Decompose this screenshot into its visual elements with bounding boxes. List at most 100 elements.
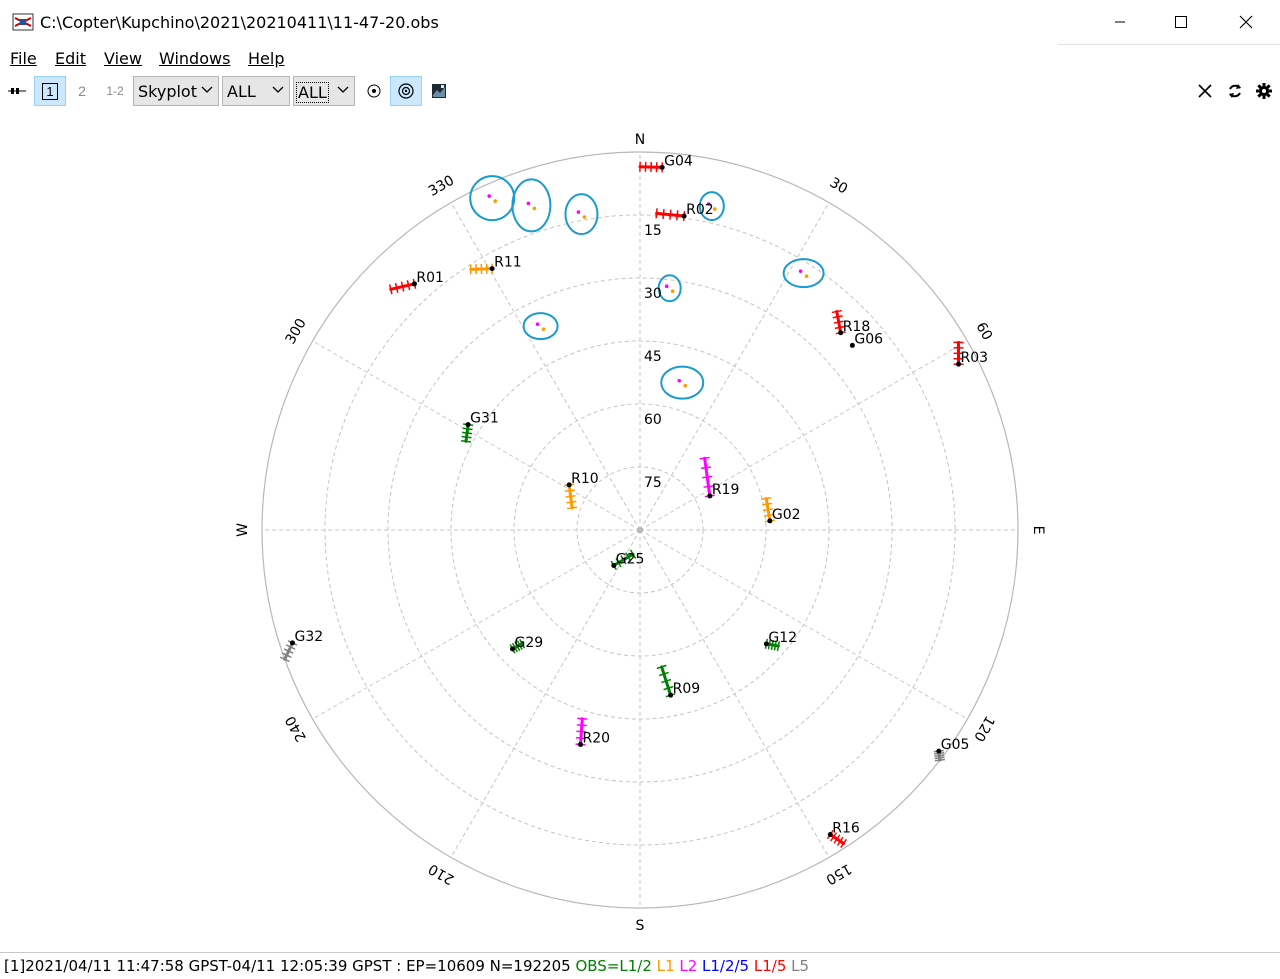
marker-point [536, 322, 540, 326]
menu-windows-label: Windows [159, 49, 230, 68]
track-tick [463, 428, 473, 429]
sat-label-g25: G25 [616, 551, 645, 567]
fit-button[interactable] [390, 76, 422, 106]
azimuth-spoke-330 [451, 203, 640, 530]
track-tick [656, 208, 657, 218]
azimuth-spoke-60 [640, 341, 967, 530]
pause-button[interactable] [4, 76, 30, 106]
minimize-button[interactable] [1088, 0, 1152, 44]
maximize-button[interactable] [1149, 0, 1213, 44]
azimuth-spoke-300 [313, 341, 640, 530]
track-tick [935, 760, 945, 761]
sat-label-g04: G04 [664, 153, 693, 169]
sat-label-g02: G02 [772, 507, 801, 523]
compass-east: E [1030, 526, 1046, 535]
marker-point [665, 284, 669, 288]
skyplot[interactable]: NSEW15304560753060120150210240300330G04R… [0, 110, 1280, 952]
menu-help[interactable]: Help [248, 49, 284, 68]
sat-label-r03: R03 [961, 350, 989, 366]
obs-select[interactable]: ALL [293, 76, 355, 106]
marker-point [805, 274, 809, 278]
menu-windows[interactable]: Windows [159, 49, 230, 68]
sat-label-r09: R09 [673, 681, 701, 697]
plot-type-select[interactable]: Skyplot [133, 76, 219, 106]
azimuth-label-300: 300 [283, 316, 310, 347]
target-icon [366, 83, 382, 99]
marker-point [799, 269, 803, 273]
track-tick [761, 498, 771, 500]
zenith-dot [637, 527, 643, 533]
plot-type-value: Skyplot [138, 82, 197, 101]
sat-label-r02: R02 [686, 202, 714, 218]
compass-north: N [635, 132, 645, 148]
image-icon [431, 83, 447, 99]
compass-south: S [636, 918, 645, 934]
toolbar: 1 2 1-2 Skyplot ALL ALL [0, 74, 1280, 108]
legend-item: L2 [675, 957, 698, 975]
azimuth-label-120: 120 [970, 713, 997, 744]
center-origin-button[interactable] [361, 76, 387, 106]
azimuth-spoke-30 [640, 203, 829, 530]
crosshair-icon [397, 82, 415, 100]
sat-label-g31: G31 [470, 411, 499, 427]
menu-help-label: Help [248, 49, 284, 68]
track-tick [700, 458, 710, 459]
maximize-icon [1174, 15, 1188, 29]
annotation-ellipse-8 [661, 367, 703, 399]
azimuth-spoke-210 [451, 530, 640, 857]
sat-label-g05: G05 [941, 737, 970, 753]
menu-edit[interactable]: Edit [55, 49, 86, 68]
azimuth-spoke-150 [640, 530, 829, 857]
sat-label-r10: R10 [571, 471, 599, 487]
sat-label-r01: R01 [416, 270, 444, 286]
menu-view[interactable]: View [104, 49, 142, 68]
status-epoch: [1]2021/04/11 11:47:58 GPST-04/11 12:05:… [4, 957, 575, 975]
marker-point [487, 194, 491, 198]
legend-item: L1/5 [749, 957, 786, 975]
rcv2-button[interactable]: 2 [68, 76, 96, 106]
azimuth-label-30: 30 [827, 175, 850, 198]
track-tick [566, 502, 576, 503]
annotation-ellipse-3 [512, 179, 550, 231]
compass-west: W [235, 523, 251, 537]
settings-button[interactable] [1251, 76, 1277, 106]
menu-file[interactable]: File [10, 49, 37, 68]
status-bar: [1]2021/04/11 11:47:58 GPST-04/11 12:05:… [0, 952, 1280, 979]
track-tick [762, 503, 772, 505]
minimize-icon [1114, 16, 1126, 28]
sat-select[interactable]: ALL [222, 76, 290, 106]
rcv2-label: 2 [78, 83, 86, 99]
reload-icon [1227, 83, 1243, 99]
close-window-button[interactable] [1214, 0, 1278, 44]
sat-select-value: ALL [227, 82, 256, 101]
rcv1-button[interactable]: 1 [34, 76, 66, 106]
track-tick [701, 467, 711, 468]
rcv1-label: 1 [42, 83, 57, 100]
track-tick [577, 718, 587, 719]
close-icon [1198, 84, 1212, 98]
annotation-ellipse-2 [565, 194, 597, 234]
sat-label-r11: R11 [494, 255, 522, 271]
marker-point [671, 289, 675, 293]
app-icon [12, 12, 34, 32]
azimuth-label-150: 150 [823, 860, 854, 887]
legend-item: OBS=L1/2 [575, 957, 651, 975]
rcv12-button[interactable]: 1-2 [100, 76, 130, 106]
azimuth-label-240: 240 [283, 713, 310, 744]
track-tick [833, 316, 843, 318]
annotation-ellipse-6 [659, 275, 681, 301]
track-tick [702, 476, 712, 477]
track-tick [935, 757, 945, 758]
menu-edit-label: Edit [55, 49, 86, 68]
track-tick [677, 210, 678, 220]
elevation-label-45: 45 [644, 349, 662, 365]
clear-button[interactable] [1192, 76, 1218, 106]
chevron-down-icon [337, 84, 349, 96]
reload-button[interactable] [1222, 76, 1248, 106]
elevation-label-30: 30 [644, 286, 662, 302]
divider [1058, 44, 1280, 45]
obs-select-value: ALL [296, 82, 329, 103]
legend-item: L1/2/5 [697, 957, 749, 975]
show-image-button[interactable] [426, 76, 452, 106]
azimuth-label-210: 210 [426, 860, 457, 887]
